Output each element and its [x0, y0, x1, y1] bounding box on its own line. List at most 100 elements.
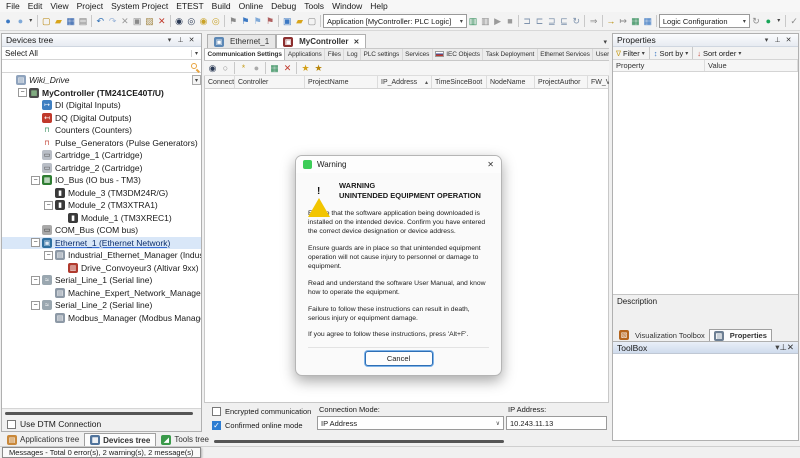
stop-icon[interactable]: ■: [504, 14, 516, 28]
toolbox-body[interactable]: [613, 354, 798, 440]
tree-item-com_bus[interactable]: −▭COM_Bus (COM bus): [2, 224, 201, 237]
close-tab-icon[interactable]: ✕: [353, 38, 359, 46]
column-nodename[interactable]: NodeName: [487, 76, 535, 88]
tree-expander-icon[interactable]: −: [44, 251, 53, 260]
subtab-applications[interactable]: Applications: [285, 48, 325, 60]
tree-item-di[interactable]: −↦DI (Digital Inputs): [2, 99, 201, 112]
menu-tools[interactable]: Tools: [300, 1, 328, 11]
device-search-input[interactable]: [2, 60, 201, 73]
save-icon[interactable]: ▦: [65, 14, 77, 28]
value-column[interactable]: Value: [705, 60, 798, 71]
subtab-services[interactable]: Services: [403, 48, 433, 60]
step-out-icon[interactable]: ⊒: [546, 14, 558, 28]
properties-grid-body[interactable]: [613, 72, 798, 294]
tree-item-cartridge_2[interactable]: −▭Cartridge_2 (Cartridge): [2, 162, 201, 175]
tree-item-counters[interactable]: −⊓Counters (Counters): [2, 124, 201, 137]
tree-item-ethernet_1[interactable]: −▣Ethernet_1 (Ethernet Network): [2, 237, 201, 250]
refresh-icon[interactable]: ↻: [750, 14, 762, 28]
column-projectauthor[interactable]: ProjectAuthor: [535, 76, 588, 88]
folder-dropdown-icon[interactable]: ▰: [293, 14, 305, 28]
menu-etest[interactable]: ETEST: [172, 1, 207, 11]
bookmark-toggle-icon[interactable]: ⚑: [227, 14, 239, 28]
menu-system-project[interactable]: System Project: [107, 1, 172, 11]
subtab-ethernet-services[interactable]: Ethernet Services: [538, 48, 594, 60]
tree-item-module_1[interactable]: −▮Module_1 (TM3XREC1): [2, 212, 201, 225]
column-ipaddress[interactable]: IP_Address▴: [378, 76, 432, 88]
tree-item-wiki_drive[interactable]: −▤Wiki_Drive▾: [2, 74, 201, 87]
scrollbar-thumb[interactable]: [5, 412, 193, 415]
menu-view[interactable]: View: [46, 1, 72, 11]
use-dtm-connection-checkbox[interactable]: [7, 420, 16, 429]
logic-configuration-selector[interactable]: Logic Configuration ▾: [659, 14, 750, 28]
tree-item-modbus_manager[interactable]: −▤Modbus_Manager (Modbus Manager): [2, 312, 201, 325]
chevron-down-icon[interactable]: ▾: [192, 75, 201, 85]
tab-list-dropdown-icon[interactable]: ▾: [603, 38, 607, 46]
show-favorites-icon[interactable]: ★: [312, 61, 325, 75]
subtab-task-deployment[interactable]: Task Deployment: [483, 48, 537, 60]
filter-button[interactable]: Filter: [623, 49, 640, 58]
add-favorite-icon[interactable]: ★: [299, 61, 312, 75]
tree-item-machine_expert_network_manager[interactable]: −▤Machine_Expert_Network_Manager (Machin…: [2, 287, 201, 300]
tree-item-io_bus[interactable]: −▦IO_Bus (IO bus - TM3): [2, 174, 201, 187]
editor-horizontal-scrollbar[interactable]: [204, 437, 609, 446]
go-to-device-icon[interactable]: ▦: [268, 61, 281, 75]
start-icon[interactable]: ▶: [491, 14, 503, 28]
tab-devices-tree[interactable]: ▦Devices tree: [84, 433, 156, 446]
tree-expander-icon[interactable]: −: [31, 238, 40, 247]
menu-help[interactable]: Help: [366, 1, 391, 11]
application-selector[interactable]: Application [MyController: PLC Logic] ▾: [323, 14, 467, 28]
tree-item-module_2[interactable]: −▮Module_2 (TM3XTRA1): [2, 199, 201, 212]
controller-view-icon[interactable]: ▦: [642, 14, 654, 28]
column-fwv[interactable]: FW_V...: [588, 76, 609, 88]
cut-icon[interactable]: ✕: [119, 14, 131, 28]
status-dropdown-icon[interactable]: ▾: [775, 14, 784, 28]
new-window-icon[interactable]: ▢: [306, 14, 318, 28]
process-communication-icon[interactable]: ●: [250, 61, 263, 75]
controller-status-icon[interactable]: ●: [762, 14, 774, 28]
replace-icon[interactable]: ◉: [197, 14, 209, 28]
tree-item-pulse_generators[interactable]: −⊓Pulse_Generators (Pulse Generators): [2, 137, 201, 150]
flash-leds-icon[interactable]: *: [237, 61, 250, 75]
panel-menu-icon[interactable]: ▾: [164, 36, 175, 44]
menu-online[interactable]: Online: [235, 1, 268, 11]
replace-next-icon[interactable]: ◎: [210, 14, 222, 28]
find-next-icon[interactable]: ◎: [185, 14, 197, 28]
configuration-grid-icon[interactable]: ▦: [629, 14, 641, 28]
tree-expander-icon[interactable]: −: [18, 88, 27, 97]
new-file-icon[interactable]: ▢: [40, 14, 52, 28]
bookmark-clear-icon[interactable]: ⚑: [264, 14, 276, 28]
tree-item-mycontroller[interactable]: −▦MyController (TM241CE40T/U): [2, 87, 201, 100]
tree-item-serial_line_1[interactable]: −≈Serial_Line_1 (Serial line): [2, 274, 201, 287]
close-icon[interactable]: ✕: [787, 342, 794, 353]
nav-forward-icon[interactable]: ●: [14, 14, 26, 28]
login-icon[interactable]: ▥: [467, 14, 479, 28]
bookmark-next-icon[interactable]: ⚑: [239, 14, 251, 28]
redo-icon[interactable]: ↷: [106, 14, 118, 28]
scan-network-icon[interactable]: ◉: [206, 61, 219, 75]
tree-item-industrial_ethernet_manager[interactable]: −▤Industrial_Ethernet_Manager (Industria…: [2, 249, 201, 262]
tree-item-serial_line_2[interactable]: −≈Serial_Line_2 (Serial line): [2, 299, 201, 312]
step-into-icon[interactable]: ⊏: [533, 14, 545, 28]
column-projectname[interactable]: ProjectName: [305, 76, 378, 88]
sync-icon[interactable]: ✓: [788, 14, 800, 28]
find-icon[interactable]: ◉: [173, 14, 185, 28]
tree-expander-icon[interactable]: −: [44, 201, 53, 210]
open-icon[interactable]: ▰: [52, 14, 64, 28]
menu-debug[interactable]: Debug: [267, 1, 300, 11]
pin-icon[interactable]: ⊥: [779, 342, 786, 353]
copy-icon[interactable]: ▣: [131, 14, 143, 28]
tree-item-cartridge_1[interactable]: −▭Cartridge_1 (Cartridge): [2, 149, 201, 162]
doc-tab-mycontroller[interactable]: ▣MyController✕: [276, 34, 366, 48]
reset-icon[interactable]: ↻: [570, 14, 582, 28]
menu-edit[interactable]: Edit: [24, 1, 47, 11]
tab-applications-tree[interactable]: ▤Applications tree: [2, 433, 84, 446]
tree-item-module_3[interactable]: −▮Module_3 (TM3DM24R/G): [2, 187, 201, 200]
tab-visualization-toolbox[interactable]: ▧Visualization Toolbox: [615, 329, 709, 341]
paste-icon[interactable]: ▨: [143, 14, 155, 28]
undo-icon[interactable]: ↶: [94, 14, 106, 28]
subtab-communication-settings[interactable]: Communication Settings: [204, 48, 285, 60]
scrollbar-thumb[interactable]: [214, 440, 504, 443]
ip-address-input[interactable]: 10.243.11.13: [506, 416, 607, 430]
close-icon[interactable]: ✕: [186, 36, 197, 44]
messages-status[interactable]: Messages - Total 0 error(s), 2 warning(s…: [2, 447, 201, 458]
